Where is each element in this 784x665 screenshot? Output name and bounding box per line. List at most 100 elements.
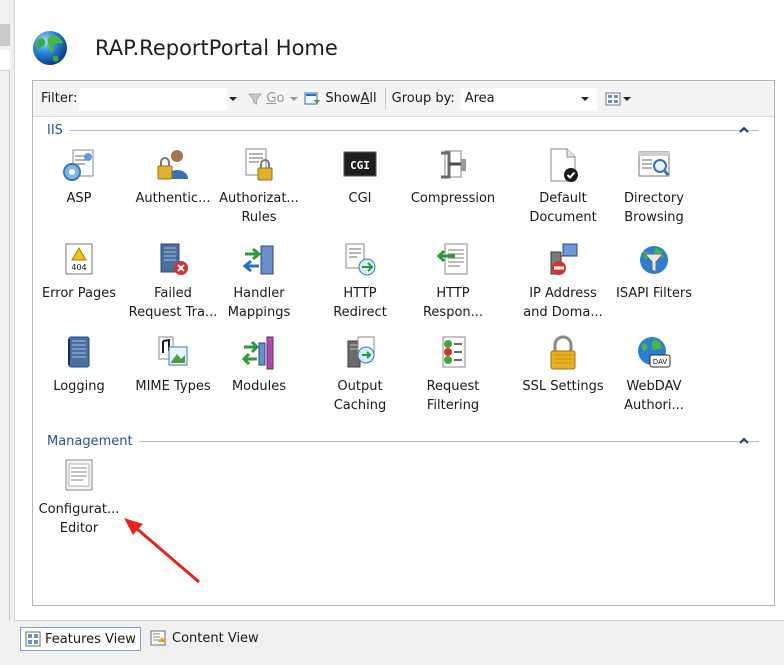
- http-response-icon: [436, 243, 468, 275]
- group-by-select[interactable]: Area: [460, 87, 597, 110]
- go-dropdown-icon[interactable]: [290, 96, 299, 101]
- ip-restrictions-icon: [550, 243, 578, 275]
- feature-label: IP Address and Doma...: [523, 286, 603, 320]
- features-view-icon: [25, 631, 41, 647]
- feature-failed-request-tracing[interactable]: Failed Request Tra...: [127, 242, 219, 322]
- feature-label: Authorizat... Rules: [219, 191, 299, 225]
- main-content: RAP.ReportPortal Home Filter: Go Show Al…: [14, 0, 784, 620]
- feature-label: MIME Types: [135, 379, 211, 394]
- filter-dropdown-icon[interactable]: [229, 96, 238, 101]
- feature-label: Logging: [53, 379, 105, 394]
- chevron-down-icon: [580, 96, 589, 101]
- go-button[interactable]: Go: [247, 91, 284, 107]
- feature-configuration-editor[interactable]: Configurat... Editor: [33, 458, 125, 538]
- tab-features-view[interactable]: Features View: [20, 627, 141, 651]
- feature-label: CGI: [348, 191, 372, 206]
- mime-types-icon: [158, 336, 188, 366]
- failed-request-icon: [160, 243, 188, 275]
- show-all-label-post: ll: [369, 91, 377, 106]
- feature-authorization-rules[interactable]: Authorizat... Rules: [213, 147, 305, 227]
- isapi-filter-icon: [640, 246, 668, 274]
- feature-label: Output Caching: [333, 379, 387, 413]
- left-pane-divider: [9, 70, 10, 620]
- feature-label: SSL Settings: [522, 379, 604, 394]
- request-filtering-icon: [442, 336, 466, 368]
- filter-label: Filter:: [41, 91, 78, 106]
- webdav-icon: DAV: [638, 337, 671, 368]
- directory-browsing-icon: [638, 151, 670, 177]
- group-name-iis: IIS: [47, 122, 63, 138]
- feature-directory-browsing[interactable]: Directory Browsing: [608, 147, 700, 227]
- features-view-label: Features View: [45, 631, 136, 647]
- feature-label: Failed Request Tra...: [128, 286, 218, 320]
- feature-authentication[interactable]: Authentic...: [127, 147, 219, 208]
- feature-isapi-filters[interactable]: ISAPI Filters: [608, 242, 700, 303]
- filter-toolbar: Filter: Go Show All Group by: Area: [33, 81, 774, 117]
- feature-http-redirect[interactable]: HTTP Redirect: [314, 242, 406, 322]
- feature-label: Handler Mappings: [227, 286, 291, 320]
- feature-http-response-headers[interactable]: HTTP Respon...: [407, 242, 499, 322]
- feature-ip-address-domain[interactable]: IP Address and Doma...: [517, 242, 609, 322]
- http-redirect-icon: [345, 243, 376, 276]
- default-document-icon: [550, 148, 578, 182]
- feature-handler-mappings[interactable]: Handler Mappings: [213, 242, 305, 322]
- left-pane-strip[interactable]: [0, 50, 10, 71]
- feature-label: HTTP Redirect: [333, 286, 387, 320]
- feature-label: Default Document: [529, 191, 597, 225]
- show-all-button[interactable]: Show All: [304, 91, 377, 107]
- feature-cgi[interactable]: CGI CGI: [314, 147, 406, 208]
- feature-mime-types[interactable]: MIME Types: [127, 335, 219, 396]
- feature-label: Error Pages: [41, 286, 117, 301]
- feature-output-caching[interactable]: Output Caching: [314, 335, 406, 415]
- collapse-management-icon[interactable]: [738, 435, 750, 447]
- error-code-text: 404: [71, 263, 86, 272]
- group-header-management[interactable]: Management: [47, 432, 759, 450]
- feature-webdav-authoring[interactable]: DAV WebDAV Authori...: [608, 335, 700, 415]
- feature-ssl-settings[interactable]: SSL Settings: [517, 335, 609, 396]
- clamp-icon: [441, 150, 466, 179]
- feature-request-filtering[interactable]: Request Filtering: [407, 335, 499, 415]
- page-header: RAP.ReportPortal Home: [31, 26, 338, 70]
- group-header-iis[interactable]: IIS: [47, 121, 759, 139]
- feature-label: ASP: [66, 191, 92, 206]
- feature-logging[interactable]: Logging: [33, 335, 125, 396]
- logging-icon: [68, 336, 90, 368]
- feature-label: Authentic...: [135, 191, 211, 206]
- left-pane-selected-strip[interactable]: [0, 24, 10, 46]
- content-view-icon: [150, 630, 166, 646]
- feature-label: Compression: [410, 191, 496, 206]
- filter-input[interactable]: [79, 87, 228, 110]
- rules-lock-icon: [245, 148, 273, 181]
- group-by-label: Group by:: [391, 91, 455, 106]
- view-dropdown-icon: [622, 96, 631, 101]
- asp-icon: [63, 149, 94, 181]
- toolbar-separator: [384, 87, 386, 110]
- show-all-icon: [304, 92, 321, 104]
- globe-icon: [33, 31, 67, 65]
- error-page-icon: 404: [65, 243, 93, 275]
- funnel-icon: [248, 93, 263, 105]
- group-rule: [68, 129, 759, 131]
- view-mode-button[interactable]: [605, 92, 631, 106]
- feature-default-document[interactable]: Default Document: [517, 147, 609, 227]
- go-label-underlined: G: [266, 91, 277, 106]
- group-name-management: Management: [47, 433, 133, 449]
- view-grid-icon: [605, 92, 621, 105]
- tab-content-view[interactable]: Content View: [146, 627, 263, 649]
- cgi-icon: CGI: [343, 151, 377, 177]
- feature-asp[interactable]: ASP: [33, 147, 125, 208]
- feature-label: Request Filtering: [426, 379, 480, 413]
- configuration-editor-icon: [65, 459, 93, 491]
- cgi-icon-text: CGI: [350, 159, 370, 172]
- feature-modules[interactable]: Modules: [213, 335, 305, 396]
- go-label: o: [276, 91, 285, 106]
- collapse-iis-icon[interactable]: [738, 124, 750, 136]
- group-by-value: Area: [464, 91, 495, 106]
- show-all-label-underlined: A: [360, 91, 370, 106]
- feature-compression[interactable]: Compression: [407, 147, 499, 208]
- feature-error-pages[interactable]: 404 Error Pages: [33, 242, 125, 303]
- page-title: RAP.ReportPortal Home: [95, 36, 338, 60]
- feature-label: HTTP Respon...: [422, 286, 484, 320]
- modules-icon: [241, 336, 274, 370]
- dav-icon-text: DAV: [653, 358, 668, 366]
